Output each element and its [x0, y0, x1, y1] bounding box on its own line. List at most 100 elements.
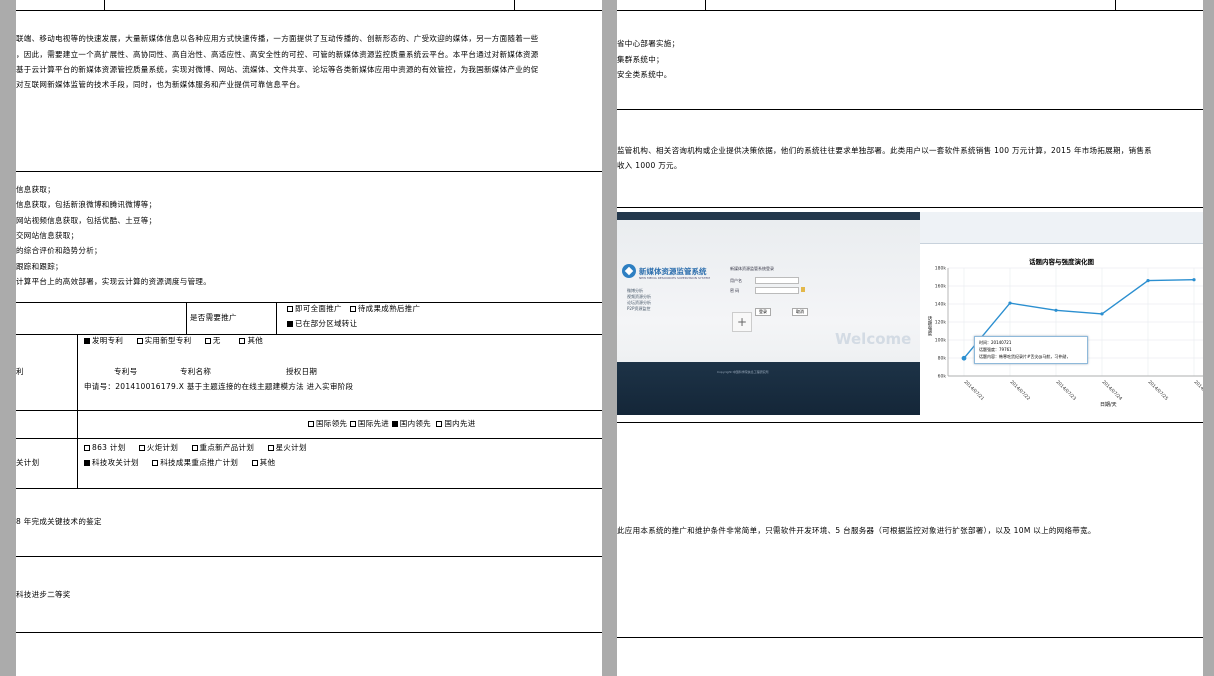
x-tick-label: 2014/07/23	[1055, 379, 1078, 402]
screenshot-top-bar	[617, 212, 920, 220]
intro-line: ，因此，需要建立一个高扩展性、高协同性、高自治性、高适应性、高安全性的可控、可管…	[16, 50, 539, 59]
table-border	[16, 488, 602, 489]
deployment-requirements: 此应用本系统的推广和维护条件非常简单，只需软件开发环境、5 台服务器（可根据监控…	[617, 526, 1096, 535]
chart-screenshot: 话题内容与强度演化图 60k 80k 100k 120k 140k 160k 180k 201…	[920, 212, 1203, 415]
x-tick-label: 2014/07/26	[1193, 379, 1203, 402]
option-label: 发明专利	[92, 336, 124, 345]
checkbox[interactable]	[138, 445, 145, 451]
checkbox[interactable]	[349, 306, 356, 312]
option-label: 国际先进	[357, 419, 390, 428]
login-button[interactable]: 登录	[755, 308, 771, 316]
patent-name-header: 专利名称	[180, 367, 212, 376]
x-tick-label: 2014/07/25	[1147, 379, 1170, 402]
checkbox[interactable]	[251, 460, 258, 466]
nav-item[interactable]: P2P资源监控	[627, 306, 650, 311]
checkbox[interactable]	[136, 338, 143, 344]
option-label: 国内领先	[399, 419, 431, 428]
y-tick-label: 160k	[935, 284, 947, 290]
option-label: 其他	[259, 458, 276, 467]
lock-icon	[801, 287, 805, 292]
table-border	[276, 302, 277, 334]
nav-item[interactable]: 论坛资源分析	[627, 300, 651, 305]
nav-item[interactable]: 微博分析	[627, 288, 643, 293]
y-axis-label-text: 话题强度	[927, 317, 933, 337]
checkbox-checked[interactable]	[84, 338, 90, 344]
checkbox[interactable]	[204, 338, 211, 344]
login-screenshot: 新媒体资源监管系统 NEW MEDIA RESOURCES SUPERVISIO…	[617, 212, 920, 415]
intro-line: 联端、移动电视等的快速发展，大量新媒体信息以各种应用方式快速传播，一方面提供了互…	[16, 34, 539, 43]
username-label: 用户名	[730, 278, 742, 283]
option-label: 国际领先	[316, 419, 348, 428]
table-border	[16, 10, 602, 11]
patent-row-label: 利	[16, 367, 24, 376]
option-label: 已在部分区域转让	[295, 319, 358, 328]
table-border	[104, 0, 105, 10]
table-border	[705, 0, 706, 10]
checkbox[interactable]	[84, 445, 90, 451]
line-chart: 60k80k100k120k140k160k180k2014/07/21 2014…	[935, 266, 1203, 402]
password-label: 密 码	[730, 288, 740, 293]
checkbox[interactable]	[287, 306, 293, 312]
table-border	[16, 302, 602, 303]
checkbox-checked[interactable]	[391, 421, 398, 427]
plan-options: 863 计划 火炬计划 重点新产品计划 星火计划	[84, 443, 307, 453]
table-border	[16, 171, 602, 172]
table-border	[186, 302, 187, 334]
document-page-left: 联端、移动电视等的快速发展，大量新媒体信息以各种应用方式快速传播，一方面提供了互…	[16, 0, 602, 676]
function-line: 信息获取；	[16, 185, 55, 194]
y-tick-label: 80k	[938, 356, 947, 362]
option-label: 863 计划	[92, 443, 126, 452]
function-line: 跟踪和跟踪；	[16, 262, 63, 271]
function-line: 的综合评价和趋势分析；	[16, 246, 102, 255]
checkbox[interactable]	[191, 445, 198, 451]
checkbox[interactable]	[349, 421, 356, 427]
option-label: 实用新型专利	[144, 336, 192, 345]
username-input[interactable]	[755, 277, 799, 284]
cancel-button[interactable]: 取消	[792, 308, 808, 316]
checkbox[interactable]	[267, 445, 274, 451]
option-label: 无	[212, 336, 221, 345]
patent-types: 发明专利 实用新型专利 无 其他	[84, 336, 263, 346]
chart-tooltip: 时间：20140721 话题强度：79761 话题内容：韩寒吃货纪录片#舌尖@马…	[974, 336, 1088, 364]
system-logo-icon	[622, 264, 636, 278]
data-point	[961, 355, 967, 361]
tooltip-content: 话题内容：韩寒吃货纪录片#舌尖@马航，习仲勋，	[979, 354, 1071, 359]
x-tick-label: 2014/07/24	[1101, 379, 1124, 402]
intro-line: 基于云计算平台的新媒体资源管控质量系统，实现对微博、网站、流媒体、文件共享、论坛…	[16, 65, 539, 74]
copyright-footer: Copyright 中国科学院信息工程研究所	[717, 370, 769, 374]
checkbox[interactable]	[436, 421, 443, 427]
checkbox-checked[interactable]	[287, 321, 293, 327]
patent-number-header: 专利号	[114, 367, 138, 376]
checkbox-checked[interactable]	[84, 460, 90, 466]
deploy-line: 省中心部署实施；	[617, 39, 680, 48]
promotion-options: 已在部分区域转让	[287, 319, 357, 329]
password-input[interactable]	[755, 287, 799, 294]
option-label: 即可全面推广	[295, 304, 342, 313]
intro-line: 对互联网新媒体监管的技术手段，同时，也为新媒体服务和产业提供可靠信息平台。	[16, 80, 305, 89]
patent-application: 申请号：201410016179.X 基于主题连接的在线主题建模方法 进入实审阶…	[84, 382, 354, 391]
x-axis-label: 日期/天	[1100, 402, 1117, 408]
plan-options: 科技攻关计划 科技成果重点推广计划 其他	[84, 458, 275, 468]
award-text: 科技进步二等奖	[16, 590, 71, 599]
option-label: 重点新产品计划	[199, 443, 255, 452]
table-border	[617, 207, 1203, 208]
market-line: 监管机构、相关咨询机构或企业提供决策依据，他们的系统往往要求单独部署。此类用户以…	[617, 146, 1152, 155]
checkbox[interactable]	[308, 421, 314, 427]
table-border	[16, 556, 602, 557]
y-tick-label: 60k	[938, 374, 947, 380]
deploy-line: 安全类系统中。	[617, 70, 672, 79]
function-line: 计算平台上的高效部署，实现云计算的资源调度与管理。	[16, 277, 211, 286]
add-icon[interactable]: +	[732, 312, 752, 332]
nav-item[interactable]: 视频资源分析	[627, 294, 651, 299]
function-line: 交网站信息获取；	[16, 231, 79, 240]
data-point	[1054, 308, 1058, 312]
login-title: 新媒体资源监管系统登录	[730, 266, 774, 271]
checkbox[interactable]	[239, 338, 246, 344]
y-axis-label: 话题强度	[920, 317, 940, 337]
checkbox[interactable]	[152, 460, 159, 466]
system-subtitle: NEW MEDIA RESOURCES SUPERVISION SYSTEM	[639, 276, 710, 280]
document-page-right: 省中心部署实施； 集群系统中； 安全类系统中。 监管机构、相关咨询机构或企业提供…	[617, 0, 1203, 676]
data-point	[1192, 278, 1196, 282]
technology-level-options: 国际领先 国际先进 国内领先 国内先进	[308, 419, 476, 429]
data-point	[1100, 312, 1104, 316]
